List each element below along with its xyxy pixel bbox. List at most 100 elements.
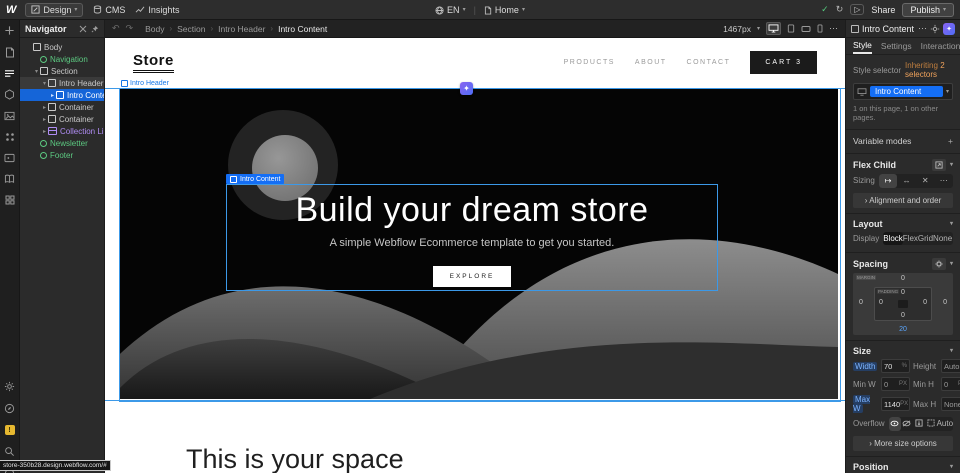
hero-section[interactable]: Intro Content Build your dream store A s…	[120, 89, 838, 399]
explore-button[interactable]: EXPLORE	[433, 266, 512, 287]
min-height-input[interactable]: 0PX	[941, 377, 960, 391]
publish-button[interactable]: Publish ▾	[902, 3, 954, 17]
undo-icon[interactable]: ↶	[112, 23, 120, 34]
style-selector-input[interactable]: Intro Content ▾	[853, 83, 953, 100]
ai-assistant-icon[interactable]: ✦	[943, 23, 955, 35]
pin-icon[interactable]	[91, 25, 99, 33]
max-width-input[interactable]: 1140PX	[881, 397, 910, 411]
help-compass-icon[interactable]	[4, 403, 15, 414]
max-height-input[interactable]: None▾	[941, 397, 960, 411]
tab-settings[interactable]: Settings	[881, 39, 912, 53]
chevron-down-icon[interactable]: ▾	[950, 162, 953, 168]
chevron-down-icon[interactable]: ▾	[950, 261, 953, 267]
hero-subtitle[interactable]: A simple Webflow Ecommerce template to g…	[330, 237, 615, 249]
inheriting-note[interactable]: Inheriting 2 selectors	[905, 61, 953, 79]
overflow-visible-eye-icon[interactable]	[889, 417, 901, 431]
more-size-options-button[interactable]: › More size options	[853, 436, 953, 451]
max-width-unit[interactable]: PX	[900, 401, 908, 407]
navigator-item-container[interactable]: ▸ Container	[20, 101, 104, 113]
navigator-item-section[interactable]: ▾ Section	[20, 65, 104, 77]
components-icon[interactable]	[4, 89, 15, 100]
breakpoint-phone-icon[interactable]	[817, 24, 823, 33]
page-switcher[interactable]: Home ▾	[484, 5, 525, 15]
navigator-item-intro-header[interactable]: ▾ Intro Header	[20, 77, 104, 89]
display-none-option[interactable]: None	[933, 232, 952, 246]
assets-icon[interactable]	[4, 111, 15, 121]
more-icon[interactable]: ⋯	[829, 23, 838, 34]
spacing-link-icon[interactable]	[932, 258, 946, 270]
next-section-title[interactable]: This is your space	[186, 444, 404, 473]
chevron-expanded-icon[interactable]: ▾	[41, 80, 48, 87]
breakpoint-tablet-icon[interactable]	[787, 24, 795, 33]
site-nav-link[interactable]: ABOUT	[635, 59, 667, 66]
sizing-shrink-icon[interactable]: ↦	[879, 174, 898, 188]
chevron-down-icon[interactable]: ▾	[950, 464, 953, 470]
breakpoint-phone-landscape-icon[interactable]	[801, 25, 811, 33]
cart-button[interactable]: CART 3	[750, 51, 817, 74]
apps-icon[interactable]	[5, 195, 15, 205]
overflow-hidden-eye-off-icon[interactable]	[901, 417, 913, 431]
height-input[interactable]: Auto▾	[941, 359, 960, 373]
min-width-input[interactable]: 0PX	[881, 377, 910, 391]
breadcrumb-item[interactable]: Intro Header	[218, 24, 265, 34]
navigator-item-container[interactable]: ▸ Container	[20, 113, 104, 125]
locale-switcher[interactable]: EN ▾	[435, 5, 466, 15]
display-grid-option[interactable]: Grid	[918, 232, 933, 246]
breadcrumb-item-current[interactable]: Intro Content	[278, 24, 327, 34]
width-input[interactable]: 70%	[881, 359, 910, 373]
overflow-clip-icon[interactable]	[925, 417, 937, 431]
padding-right-value[interactable]: 0	[923, 299, 927, 306]
pages-icon[interactable]	[5, 47, 15, 58]
breakpoint-desktop-icon[interactable]	[766, 22, 781, 35]
width-unit[interactable]: %	[902, 363, 907, 369]
margin-right-value[interactable]: 0	[943, 299, 947, 306]
hero-title[interactable]: Build your dream store	[295, 191, 648, 230]
min-width-unit[interactable]: PX	[899, 381, 907, 387]
margin-bottom-value[interactable]: 20	[899, 326, 907, 333]
collapse-all-icon[interactable]	[79, 25, 87, 33]
chevron-down-icon[interactable]: ▾	[950, 348, 953, 354]
navigator-item-collection-list[interactable]: ▸ Collection List Wra…	[20, 125, 104, 137]
margin-left-value[interactable]: 0	[859, 299, 863, 306]
zoom-icon[interactable]	[4, 446, 15, 457]
more-icon[interactable]: ⋯	[918, 23, 927, 34]
settings-gear-icon[interactable]	[4, 381, 15, 392]
sizing-more-icon[interactable]: ⋯	[934, 174, 953, 188]
padding-left-value[interactable]: 0	[879, 299, 883, 306]
add-variable-mode-icon[interactable]: +	[948, 136, 953, 146]
sizing-none-icon[interactable]: ✕	[916, 174, 935, 188]
site-nav-link[interactable]: CONTACT	[687, 59, 731, 66]
navigator-item-footer[interactable]: Footer	[20, 149, 104, 161]
flex-parent-icon[interactable]	[932, 159, 946, 171]
share-button[interactable]: Share	[871, 5, 895, 15]
chevron-down-icon[interactable]: ▾	[950, 221, 953, 227]
chevron-collapsed-icon[interactable]: ▸	[41, 128, 48, 135]
alignment-order-button[interactable]: › Alignment and order	[853, 193, 953, 208]
add-element-icon[interactable]	[4, 25, 15, 36]
navigator-item-intro-content[interactable]: ▸ Intro Content	[20, 89, 104, 101]
navigator-icon[interactable]	[4, 69, 15, 78]
cms-button[interactable]: CMS	[93, 5, 125, 15]
navigator-item-newsletter[interactable]: Newsletter	[20, 137, 104, 149]
overflow-scroll-icon[interactable]	[913, 417, 925, 431]
spacing-diagram[interactable]: MARGIN 0 0 0 20 PADDING 0 0 0 0	[853, 273, 953, 335]
chevron-collapsed-icon[interactable]: ▸	[41, 116, 48, 123]
variables-icon[interactable]	[5, 132, 15, 142]
alerts-icon[interactable]: !	[5, 425, 15, 435]
padding-top-value[interactable]: 0	[901, 289, 905, 296]
ai-handle-icon[interactable]: ✦	[460, 82, 473, 95]
selected-element-outline[interactable]: Build your dream store A simple Webflow …	[226, 184, 718, 291]
site-nav-link[interactable]: PRODUCTS	[564, 59, 615, 66]
insights-button[interactable]: Insights	[135, 5, 179, 15]
overflow-auto-option[interactable]: Auto	[937, 417, 953, 431]
navigator-item-navigation[interactable]: Navigation	[20, 53, 104, 65]
libraries-icon[interactable]	[4, 174, 15, 184]
tab-interactions[interactable]: Interactions	[921, 39, 960, 53]
padding-bottom-value[interactable]: 0	[901, 312, 905, 319]
padding-box[interactable]: PADDING 0 0 0 0	[874, 287, 932, 321]
chevron-collapsed-icon[interactable]: ▸	[49, 92, 56, 99]
canvas-width-value[interactable]: 1467px	[723, 24, 751, 34]
selector-pill[interactable]: Intro Content	[870, 86, 943, 97]
site-logo[interactable]: Store	[133, 52, 174, 73]
display-block-option[interactable]: Block	[883, 232, 903, 246]
